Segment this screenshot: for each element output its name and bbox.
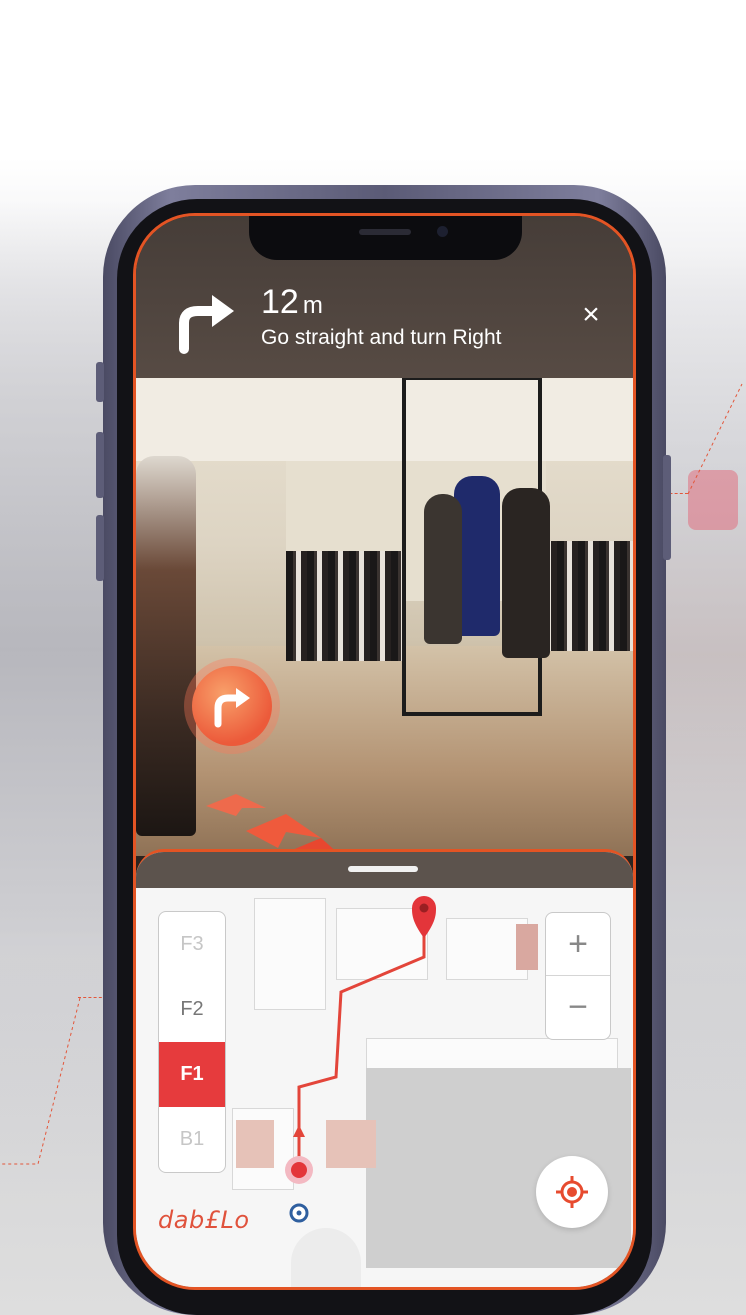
zoom-controls: + − [545, 912, 611, 1040]
distance-unit: m [302, 292, 323, 319]
mute-switch [96, 362, 104, 402]
mannequin-dark [502, 488, 550, 658]
callout-line-left-diagonal [0, 997, 81, 1165]
store-ceiling [136, 376, 633, 461]
floor-f2[interactable]: F2 [159, 977, 225, 1042]
locate-me-button[interactable] [536, 1156, 608, 1228]
distance-readout: 12 m [261, 283, 323, 322]
clothing-rack-left [286, 551, 406, 661]
ar-turn-marker [184, 658, 280, 754]
volume-down-button [96, 515, 104, 581]
floor-b1[interactable]: B1 [159, 1107, 225, 1172]
close-button[interactable]: × [576, 300, 606, 330]
turn-right-arrow-icon [214, 688, 250, 728]
phone-screen: 12 m Go straight and turn Right × F3 F2 … [133, 213, 636, 1290]
floor-f1[interactable]: F1 [159, 1042, 225, 1107]
speaker-grille [359, 229, 411, 235]
callout-line-right-diagonal [687, 383, 743, 495]
brand-logo: dab£Lo [158, 1206, 250, 1234]
distance-value: 12 [261, 283, 299, 321]
phone-notch [249, 216, 522, 260]
power-button [663, 455, 671, 560]
zoom-in-button[interactable]: + [546, 913, 610, 975]
turn-right-arrow-icon [179, 295, 234, 354]
floor-selector: F3 F2 F1 B1 [158, 911, 226, 1173]
volume-up-button [96, 432, 104, 498]
clothing-rack-right [536, 541, 633, 651]
zoom-out-button[interactable]: − [546, 976, 610, 1038]
crosshair-icon [556, 1176, 588, 1208]
ar-path-chevrons [206, 794, 342, 856]
ar-camera-view [136, 376, 633, 856]
front-camera [437, 226, 448, 237]
mannequin-back [424, 494, 462, 644]
floor-f3[interactable]: F3 [159, 912, 225, 977]
navigation-instruction: Go straight and turn Right [261, 326, 502, 349]
mannequin-foreground [136, 456, 196, 836]
